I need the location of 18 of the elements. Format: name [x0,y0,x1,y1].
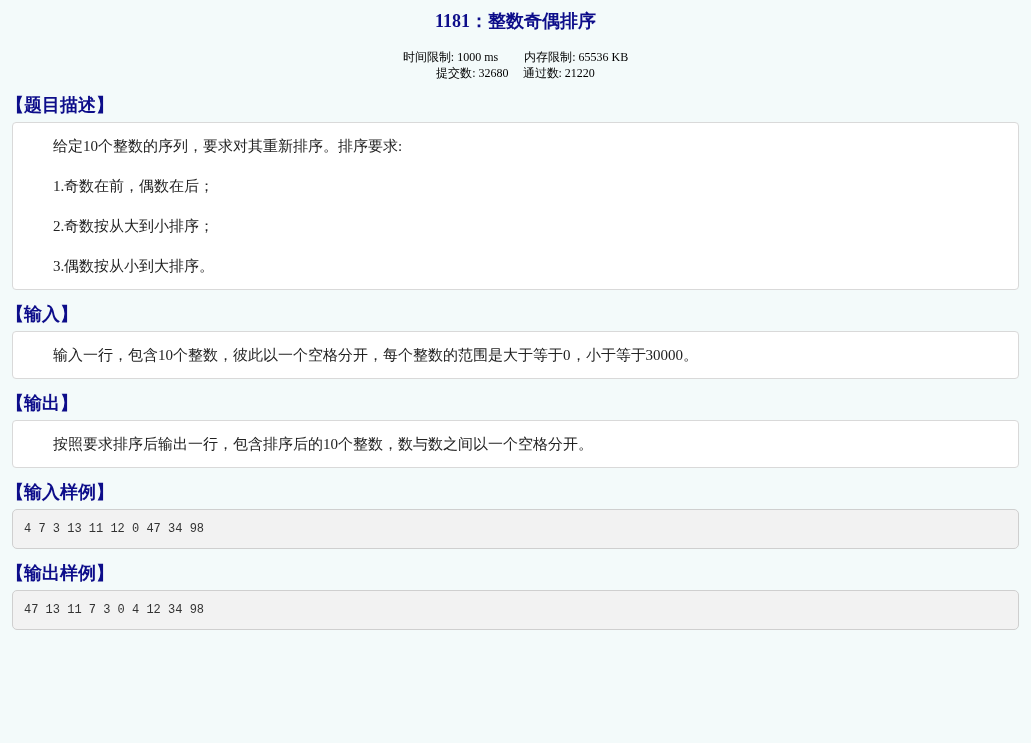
limit-text: 时间限制: 1000 ms [402,49,499,65]
section-heading: 【输出】 [6,392,79,415]
paragraph-text: 输入一行，包含10个整数，彼此以一个空格分开，每个整数的范围是大于等于0，小于等于30000。 [53,346,699,364]
paragraph-text: 1.奇数在前，偶数在后； [53,177,216,195]
stat-text: 通过数: 21220 [522,65,595,81]
paragraph-text: 2.奇数按从大到小排序； [53,217,216,235]
stat-text: 提交数: 32680 [436,65,509,81]
section-heading: 【输入】 [6,303,79,326]
problem-title: 1181：整数奇偶排序 [434,10,597,33]
paragraph-text: 给定10个整数的序列，要求对其重新排序。排序要求: [53,137,404,155]
section-heading: 【输出样例】 [6,562,115,585]
section-heading: 【输入样例】 [6,481,115,504]
section-heading: 【题目描述】 [6,94,115,117]
code-text: 4 7 3 13 11 12 0 47 34 98 [24,521,206,537]
paragraph-text: 3.偶数按从小到大排序。 [53,257,216,275]
paragraph-text: 按照要求排序后输出一行，包含排序后的10个整数，数与数之间以一个空格分开。 [53,435,594,453]
code-text: 47 13 11 7 3 0 4 12 34 98 [24,602,206,618]
limit-text: 内存限制: 65536 KB [524,49,629,65]
